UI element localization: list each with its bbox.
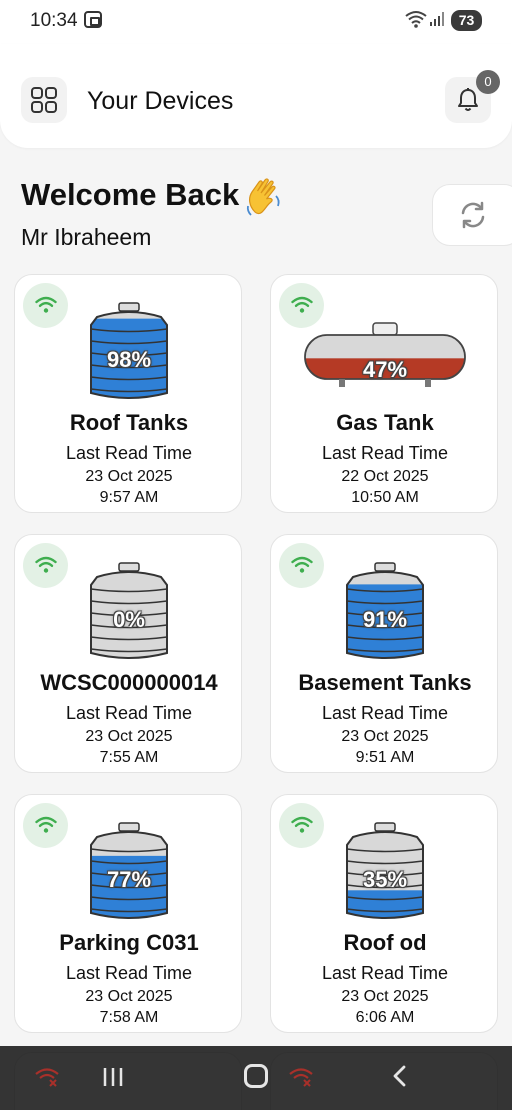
wifi-status-icon <box>405 11 427 28</box>
notification-count-badge: 0 <box>476 70 500 94</box>
tank-level-percent: 98% <box>106 347 152 372</box>
bell-icon <box>458 88 478 111</box>
tank-level-percent: 91% <box>362 607 408 632</box>
last-read-date: 23 Oct 2025 <box>341 728 429 745</box>
device-card[interactable]: 98% Roof Tanks Last Read Time 23 Oct 2025 9:… <box>14 274 242 513</box>
last-read-label: Last Read Time <box>321 443 449 463</box>
connection-status-badge <box>23 283 68 328</box>
back-button[interactable] <box>390 1064 410 1088</box>
device-name: WCSC000000014 <box>40 670 218 695</box>
device-card[interactable]: 47% Gas Tank Last Read Time 22 Oct 2025 10:5… <box>270 274 498 513</box>
device-name: Roof od <box>343 930 427 955</box>
last-read-label: Last Read Time <box>65 443 193 463</box>
status-bar: 10:34 73 <box>0 0 512 44</box>
device-name: Basement Tanks <box>298 670 472 695</box>
last-read-time: 6:06 AM <box>355 1009 415 1026</box>
signal-icon <box>430 12 444 26</box>
connection-status-badge <box>23 803 68 848</box>
device-card[interactable]: 91% Basement Tanks Last Read Time 23 Oct 20… <box>270 534 498 773</box>
last-read-date: 23 Oct 2025 <box>85 728 173 745</box>
last-read-label: Last Read Time <box>65 963 193 983</box>
connection-status-badge <box>23 543 68 588</box>
screenshot-icon <box>84 11 102 28</box>
connection-status-badge <box>279 803 324 848</box>
app-header: Your Devices <box>0 44 512 148</box>
wifi-icon <box>35 556 57 573</box>
refresh-icon <box>461 201 485 229</box>
page-title: Your Devices <box>87 87 234 115</box>
tank-level-percent: 0% <box>113 607 145 632</box>
waving-hand-icon <box>246 178 280 216</box>
device-card[interactable]: 0% WCSC000000014 Last Read Time 23 Oct 2025… <box>14 534 242 773</box>
device-name: Roof Tanks <box>69 410 189 435</box>
menu-button[interactable] <box>21 77 67 123</box>
tank-level-percent: 77% <box>106 867 152 892</box>
connection-status-badge <box>279 543 324 588</box>
last-read-time: 9:57 AM <box>99 489 159 506</box>
wifi-icon <box>291 556 313 573</box>
last-read-date: 23 Oct 2025 <box>85 988 173 1005</box>
last-read-time: 7:58 AM <box>99 1009 159 1026</box>
grid-icon <box>31 87 57 113</box>
user-name: Mr Ibraheem <box>21 224 152 250</box>
tank-level-graphic <box>299 301 471 403</box>
device-card[interactable]: 77% Parking C031 Last Read Time 23 Oct 2025… <box>14 794 242 1033</box>
last-read-time: 10:50 AM <box>351 489 419 506</box>
status-time: 10:34 <box>30 10 78 31</box>
recents-button[interactable] <box>101 1065 125 1089</box>
device-name: Gas Tank <box>336 410 434 435</box>
wifi-icon <box>35 296 57 313</box>
device-name: Parking C031 <box>59 930 199 955</box>
device-card[interactable]: 35% Roof od Last Read Time 23 Oct 2025 6:06 … <box>270 794 498 1033</box>
wifi-icon <box>35 816 57 833</box>
last-read-date: 23 Oct 2025 <box>341 988 429 1005</box>
tank-level-percent: 35% <box>362 867 408 892</box>
last-read-label: Last Read Time <box>65 703 193 723</box>
last-read-label: Last Read Time <box>321 703 449 723</box>
refresh-button[interactable] <box>432 184 512 246</box>
last-read-time: 9:51 AM <box>355 749 415 766</box>
wifi-icon <box>291 816 313 833</box>
wifi-off-icon <box>35 1068 59 1087</box>
last-read-date: 22 Oct 2025 <box>341 468 429 485</box>
wifi-off-icon <box>289 1068 313 1087</box>
last-read-time: 7:55 AM <box>99 749 159 766</box>
home-button[interactable] <box>244 1064 268 1088</box>
tank-level-percent: 47% <box>362 357 408 382</box>
last-read-date: 23 Oct 2025 <box>85 468 173 485</box>
battery-indicator: 73 <box>451 10 482 31</box>
gas-tank-icon <box>304 322 466 387</box>
welcome-heading: Welcome Back <box>21 177 240 212</box>
last-read-label: Last Read Time <box>321 963 449 983</box>
